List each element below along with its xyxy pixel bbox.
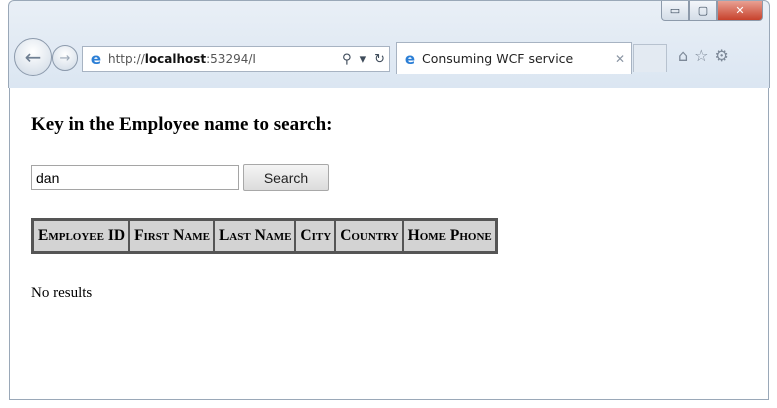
browser-window: ▭ ▢ ✕ ← → e http://localhost:53294/I ⚲ ▾… [0, 0, 777, 408]
address-bar[interactable]: e http://localhost:53294/I ⚲ ▾ ↻ [82, 46, 390, 72]
no-results-message: No results [31, 285, 93, 301]
chevron-down-icon[interactable]: ▾ [356, 52, 371, 67]
employee-table: Employee ID First Name Last Name City Co… [31, 218, 498, 254]
forward-arrow-icon: → [59, 50, 71, 66]
tab-close-icon[interactable]: ✕ [609, 52, 631, 66]
favorites-star-icon[interactable]: ☆ [694, 46, 708, 65]
table-header-row: Employee ID First Name Last Name City Co… [33, 220, 496, 252]
maximize-button[interactable]: ▢ [689, 1, 717, 21]
back-arrow-icon: ← [24, 45, 42, 69]
search-button[interactable]: Search [243, 164, 329, 191]
minimize-button[interactable]: ▭ [661, 1, 689, 21]
ie-logo-icon: e [404, 49, 416, 68]
column-header-employee-id: Employee ID [33, 220, 130, 252]
window-bottom-border [9, 399, 769, 400]
browser-tab[interactable]: e Consuming WCF service ✕ [396, 42, 632, 74]
browser-toolbar: ⌂ ☆ ⚙ [678, 46, 729, 65]
page-content: Key in the Employee name to search: Sear… [9, 88, 769, 400]
address-url[interactable]: http://localhost:53294/I [108, 52, 338, 66]
column-header-last-name: Last Name [213, 220, 296, 252]
column-header-home-phone: Home Phone [402, 220, 496, 252]
tab-title: Consuming WCF service [422, 51, 574, 66]
search-input[interactable] [31, 165, 239, 190]
column-header-country: Country [335, 220, 403, 252]
home-icon[interactable]: ⌂ [678, 46, 688, 65]
gear-icon[interactable]: ⚙ [715, 46, 729, 65]
forward-button[interactable]: → [52, 45, 78, 71]
page-title: Key in the Employee name to search: [31, 114, 333, 135]
ie-logo-icon: e [90, 50, 102, 68]
search-icon[interactable]: ⚲ [338, 52, 356, 67]
column-header-first-name: First Name [129, 220, 214, 252]
close-button[interactable]: ✕ [717, 1, 763, 21]
window-controls: ▭ ▢ ✕ [661, 1, 763, 23]
back-button[interactable]: ← [14, 38, 52, 76]
column-header-city: City [295, 220, 336, 252]
new-tab-button[interactable] [633, 44, 667, 72]
refresh-icon[interactable]: ↻ [370, 52, 389, 67]
